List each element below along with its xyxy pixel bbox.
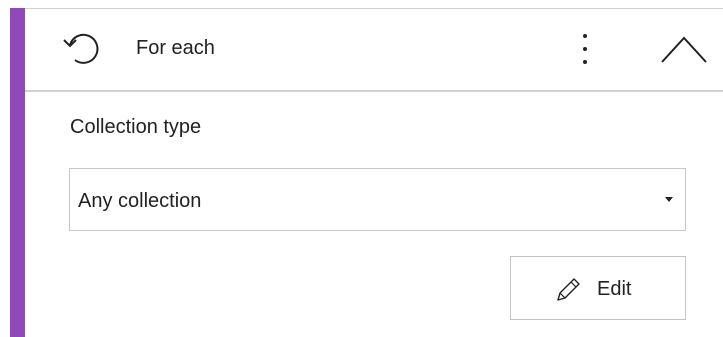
for-each-panel: For each Collection type Any collection … bbox=[0, 0, 723, 337]
accent-bar bbox=[10, 8, 25, 337]
more-options-button[interactable] bbox=[570, 24, 600, 74]
loop-arrow-icon bbox=[63, 33, 99, 64]
collection-type-label: Collection type bbox=[70, 116, 202, 138]
collection-type-value: Any collection bbox=[78, 190, 202, 212]
chevron-up-icon[interactable] bbox=[656, 26, 712, 72]
edit-label: Edit bbox=[597, 278, 632, 300]
edit-button[interactable]: Edit bbox=[510, 256, 686, 320]
more-vertical-icon bbox=[583, 34, 587, 38]
dropdown-arrow-icon bbox=[665, 197, 673, 202]
pencil-icon bbox=[557, 278, 580, 301]
panel-header bbox=[25, 9, 723, 91]
header-divider bbox=[25, 90, 723, 92]
collection-type-select[interactable]: Any collection bbox=[69, 168, 686, 231]
panel-title: For each bbox=[136, 37, 215, 59]
